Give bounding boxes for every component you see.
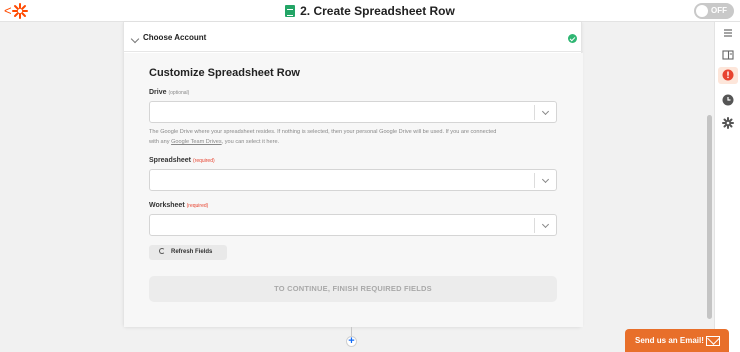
worksheet-label: Worksheet (required) bbox=[149, 202, 208, 209]
help-text-line-1: The Google Drive where your spreadsheet … bbox=[149, 129, 497, 135]
add-step-button[interactable]: + bbox=[346, 336, 357, 347]
required-tag: (required) bbox=[186, 203, 209, 209]
choose-account-label: Choose Account bbox=[143, 33, 207, 42]
drive-label: Drive (optional) bbox=[149, 89, 189, 96]
step-title-text: 2. Create Spreadsheet Row bbox=[300, 4, 455, 18]
toggle-knob bbox=[696, 5, 708, 17]
continue-button[interactable]: TO CONTINUE, FINISH REQUIRED FIELDS bbox=[149, 276, 557, 302]
alert-icon[interactable] bbox=[722, 69, 734, 81]
help-text-line-3: , you can select it here. bbox=[221, 139, 280, 145]
help-text-line-2: with any bbox=[149, 139, 172, 145]
optional-tag: (optional) bbox=[168, 90, 190, 96]
toggle-label: OFF bbox=[711, 6, 727, 15]
google-team-drives-link[interactable]: Google Team Drives bbox=[171, 139, 222, 145]
drive-label-text: Drive bbox=[149, 89, 167, 96]
refresh-fields-button[interactable]: Refresh Fields bbox=[149, 245, 227, 260]
step-card: Choose Account Customize Spreadsheet Row… bbox=[123, 22, 583, 327]
gear-icon[interactable] bbox=[722, 117, 734, 129]
chevron-down-icon bbox=[130, 34, 140, 44]
list-icon[interactable] bbox=[722, 27, 734, 39]
step-title: 2. Create Spreadsheet Row bbox=[0, 0, 740, 22]
top-bar: < 2. Create Spreadsheet Row OFF bbox=[0, 0, 740, 22]
clock-icon[interactable] bbox=[722, 94, 734, 106]
refresh-icon bbox=[159, 248, 165, 254]
zap-on-off-toggle[interactable]: OFF bbox=[694, 3, 734, 19]
drive-select[interactable] bbox=[149, 101, 557, 123]
send-email-label: Send us an Email! bbox=[635, 336, 704, 345]
worksheet-select[interactable] bbox=[149, 214, 557, 236]
check-circle-icon bbox=[568, 34, 577, 43]
send-email-widget[interactable]: Send us an Email! bbox=[625, 329, 729, 352]
chevron-down-icon[interactable] bbox=[541, 175, 550, 184]
required-tag: (required) bbox=[192, 158, 215, 164]
refresh-label: Refresh Fields bbox=[171, 249, 213, 255]
spreadsheet-label: Spreadsheet (required) bbox=[149, 157, 215, 164]
chevron-down-icon[interactable] bbox=[541, 107, 550, 116]
section-title: Customize Spreadsheet Row bbox=[149, 67, 300, 79]
panel-icon[interactable] bbox=[722, 49, 734, 61]
drive-help-text: The Google Drive where your spreadsheet … bbox=[149, 127, 557, 147]
select-divider bbox=[534, 173, 535, 188]
google-sheets-icon bbox=[285, 5, 296, 17]
spreadsheet-label-text: Spreadsheet bbox=[149, 157, 192, 164]
worksheet-label-text: Worksheet bbox=[149, 202, 185, 209]
chevron-down-icon[interactable] bbox=[541, 220, 550, 229]
select-divider bbox=[534, 218, 535, 233]
choose-account-row[interactable]: Choose Account bbox=[124, 28, 583, 52]
scrollbar-thumb[interactable] bbox=[707, 115, 712, 319]
select-divider bbox=[534, 105, 535, 120]
right-sidebar bbox=[714, 22, 740, 352]
customize-section: Customize Spreadsheet Row Drive (optiona… bbox=[124, 53, 583, 327]
scrollbar[interactable] bbox=[706, 22, 714, 352]
spreadsheet-select[interactable] bbox=[149, 169, 557, 191]
envelope-icon bbox=[706, 336, 720, 346]
